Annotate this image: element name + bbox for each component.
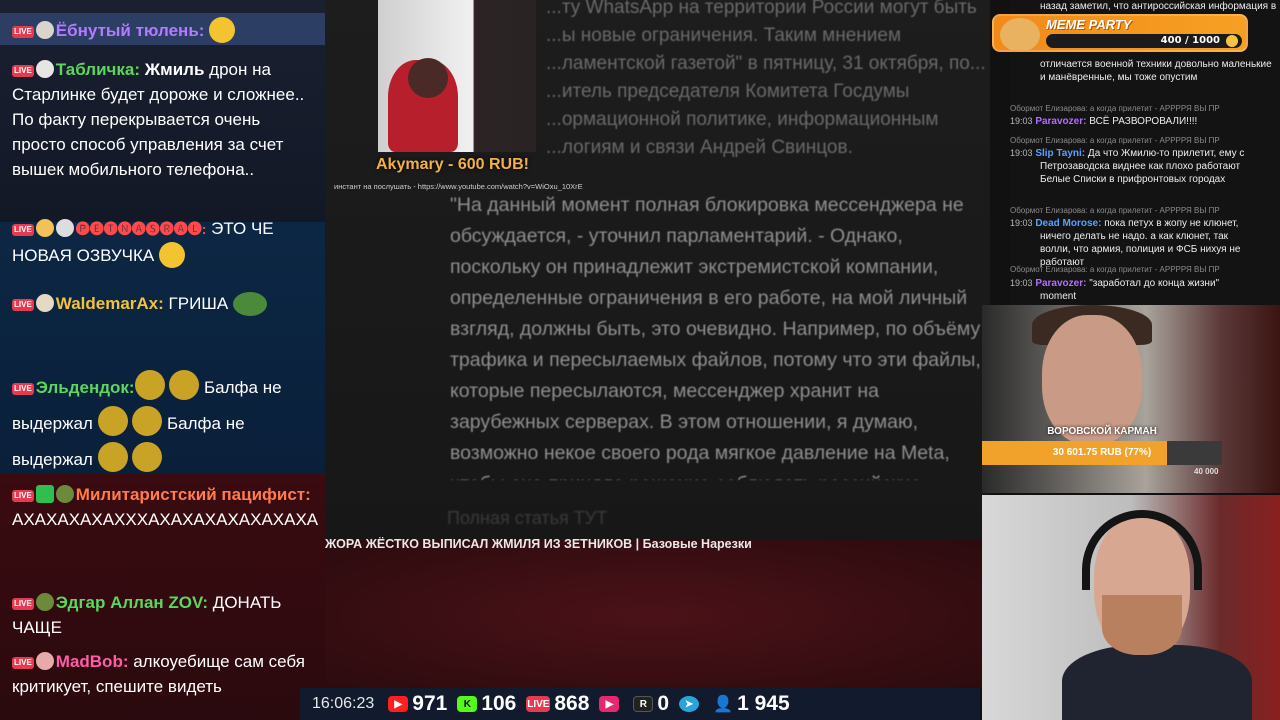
- video-title: ЖОРА ЖЁСТКО ВЫПИСАЛ ЖМИЛЯ ИЗ ЗЕТНИКОВ | …: [325, 537, 752, 551]
- coin-icon: [1226, 35, 1238, 47]
- rutube-viewers: ▶: [599, 696, 623, 712]
- youtube-icon: ▶: [388, 696, 409, 712]
- goal-label: ВОРОВСКОЙ КАРМАН: [1047, 426, 1157, 437]
- laughing-emoji-icon: [209, 17, 236, 43]
- youtube-viewers: ▶ 971: [388, 692, 447, 716]
- avatar-icon: [35, 60, 54, 78]
- potato-emoji-icon: [169, 370, 200, 400]
- rumble-viewers: R0: [633, 692, 669, 716]
- chat-message: LIVE MadBob: алкоуебище сам себя критикуе…: [12, 652, 305, 696]
- bottom-banner: [325, 540, 982, 690]
- chat-message: LIVE Ёбнутый тюлень:: [12, 17, 312, 43]
- stream-time: 16:06:23: [312, 695, 375, 712]
- avatar-icon: [35, 652, 54, 670]
- goal-max: 40 000: [1194, 467, 1219, 476]
- rchat-message: 19:03 Paravozer: ВСЁ РАЗВОРОВАЛИ!!!!: [1010, 116, 1198, 127]
- reply-preview: Обормот Елизарова: а когда прилетит - АР…: [1010, 206, 1220, 215]
- vk-live-icon: LIVE: [526, 696, 551, 712]
- live-badge-icon: LIVE: [12, 65, 34, 77]
- reply-preview: Обормот Елизарова: а когда прилетит - АР…: [1010, 136, 1220, 145]
- rutube-icon: ▶: [599, 696, 620, 712]
- potato-emoji-icon: [132, 442, 163, 472]
- vk-viewers: LIVE 868: [526, 692, 590, 715]
- chat-message: LIVE 🅟🅔🅣🅝🅐🅢🅡🅐🅛: ЭТО ЧЕ НОВАЯ ОЗВУЧКА: [12, 216, 312, 268]
- chat-message: LIVE WaldemarAx: ГРИША: [12, 291, 312, 316]
- donation-title: Akymary - 600 RUB!: [376, 156, 529, 173]
- doge-icon: [1000, 18, 1040, 50]
- meme-party-widget: MEME PARTY 400 / 1000: [992, 14, 1248, 52]
- potato-emoji-icon: [134, 370, 165, 400]
- avatar-icon: [55, 485, 74, 503]
- pepe-emoji-icon: [232, 292, 267, 316]
- cool-emoji-icon: [159, 242, 185, 268]
- telegram-icon: ➤: [679, 696, 700, 712]
- beer-icon: [35, 219, 54, 237]
- person-icon: 👤: [713, 696, 734, 713]
- host-body: [1062, 645, 1252, 720]
- avatar-icon: [35, 593, 54, 611]
- rchat-message: 19:03 Slip Tayni: Да что Жмилю-то прилет…: [1010, 148, 1245, 185]
- reply-preview: Обормот Елизарова: а когда прилетит - АР…: [1010, 265, 1220, 274]
- rchat-message: 19:03 Paravozer: "заработал до конца жиз…: [1010, 278, 1220, 302]
- goal-bar: 30 601.75 RUB (77%): [982, 441, 1222, 465]
- avatar-icon: [35, 294, 54, 312]
- host-webcam: [982, 495, 1280, 720]
- meme-party-title: MEME PARTY: [1046, 17, 1132, 32]
- avatar-icon: [55, 219, 74, 237]
- rchat-cont-text: отличается военной техники довольно мале…: [1040, 59, 1272, 83]
- live-badge-icon: LIVE: [12, 657, 34, 669]
- potato-emoji-icon: [97, 442, 128, 472]
- total-viewers: 👤 1 945: [713, 692, 790, 715]
- live-badge-icon: LIVE: [12, 490, 34, 502]
- telegram-viewers: ➤: [679, 696, 703, 712]
- chat-panel: LIVE Ёбнутый тюлень: LIVE Табличка: Жмиль …: [0, 0, 325, 720]
- donation-link: инстант на послушать - https://www.youtu…: [334, 182, 583, 191]
- chat-message: LIVE Эльдендок: Балфа не выдержал Балфа н…: [12, 370, 312, 478]
- live-badge-icon: LIVE: [12, 224, 34, 236]
- chat-message: LIVE Милитаристский пацифист: АХАХАХАХАХХ…: [12, 485, 319, 529]
- reply-preview: Обормот Елизарова: а когда прилетит - АР…: [1010, 104, 1220, 113]
- kick-viewers: K 106: [457, 692, 516, 716]
- goal-amount: 30 601.75 RUB (77%): [1052, 447, 1152, 458]
- potato-emoji-icon: [97, 406, 128, 436]
- stats-bar: 16:06:23 ▶ 971 K 106 LIVE 868 ▶ R0 ➤ 👤 1 945: [300, 688, 980, 720]
- donation-video: [378, 0, 536, 152]
- live-badge-icon: LIVE: [12, 26, 34, 38]
- live-badge-icon: LIVE: [12, 598, 34, 610]
- chat-message: LIVE Табличка: Жмиль дрон на Старлинке бу…: [12, 60, 305, 179]
- checkmark-icon: [35, 485, 54, 503]
- chat-message: LIVE Эдгар Аллан ZOV: ДОНАТЬ ЧАЩЕ: [12, 593, 282, 637]
- stream-overlay: ...ту WhatsApp на территории России могу…: [0, 0, 1280, 720]
- avatar-icon: [35, 21, 54, 39]
- headphones-icon: [1082, 510, 1202, 590]
- potato-emoji-icon: [132, 406, 163, 436]
- meme-party-count: 400 / 1000: [1160, 35, 1220, 46]
- live-badge-icon: LIVE: [12, 299, 34, 311]
- kick-icon: K: [457, 696, 478, 712]
- rumble-icon: R: [633, 696, 654, 712]
- live-badge-icon: LIVE: [12, 383, 34, 395]
- rchat-message: 19:03 Dead Morose: пока петух в жопу не …: [1010, 218, 1241, 268]
